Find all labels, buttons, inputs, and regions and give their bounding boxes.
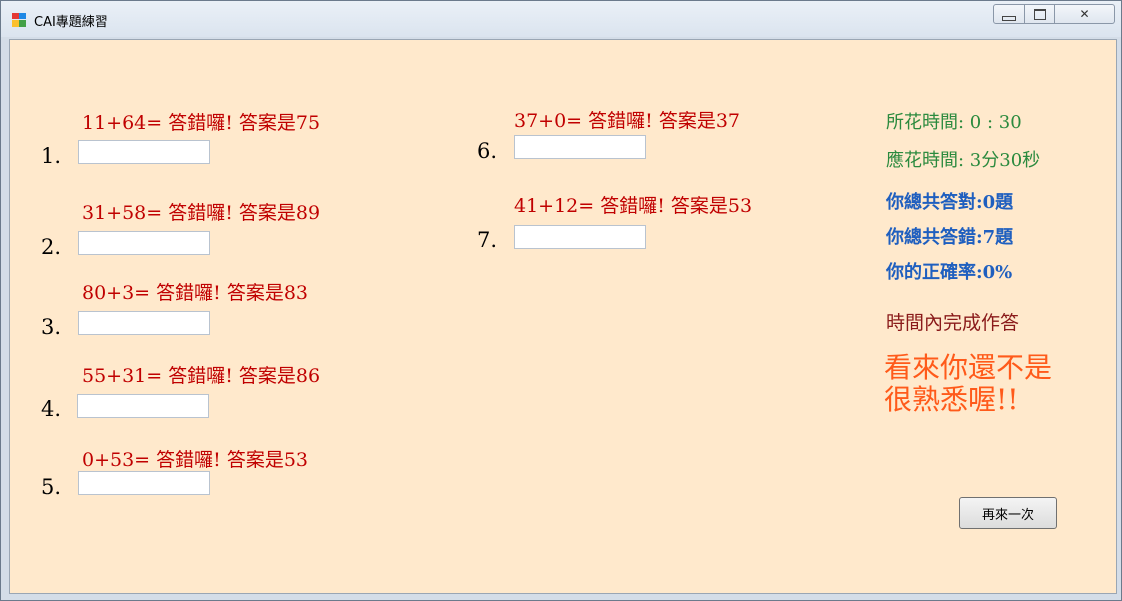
question-6-answer-input[interactable] xyxy=(514,135,646,159)
question-5-label: 0+53= 答錯囉! 答案是53 xyxy=(82,449,308,471)
accuracy-label: 你的正確率:0% xyxy=(886,262,1013,283)
time-allowed-label: 應花時間: 3分30秒 xyxy=(886,150,1041,171)
question-4-number: 4. xyxy=(41,397,62,421)
feedback-message: 看來你還不是 很熟悉喔!! xyxy=(884,352,1052,416)
title-bar[interactable]: CAI專題練習 ✕ xyxy=(1,1,1121,37)
question-4-label: 55+31= 答錯囉! 答案是86 xyxy=(82,365,321,387)
window-title: CAI專題練習 xyxy=(34,15,108,30)
maximize-icon xyxy=(1033,8,1046,20)
feedback-message-line-2: 很熟悉喔!! xyxy=(884,383,1019,416)
question-6-label: 37+0= 答錯囉! 答案是37 xyxy=(514,110,740,132)
question-7-answer-input[interactable] xyxy=(514,225,646,249)
maximize-button[interactable] xyxy=(1025,4,1055,24)
question-3-label: 80+3= 答錯囉! 答案是83 xyxy=(82,282,308,304)
question-4-answer-input[interactable] xyxy=(77,394,209,418)
question-5-answer-input[interactable] xyxy=(78,471,210,495)
question-7-number: 7. xyxy=(477,228,498,252)
question-2-answer-input[interactable] xyxy=(78,231,210,255)
question-1-answer-input[interactable] xyxy=(78,140,210,164)
question-1-number: 1. xyxy=(41,144,62,168)
minimize-button[interactable] xyxy=(993,4,1025,24)
app-window: CAI專題練習 ✕ 11+64= 答錯囉! 答案是75 1. 31+58= 答錯… xyxy=(0,0,1122,601)
question-2-label: 31+58= 答錯囉! 答案是89 xyxy=(82,202,321,224)
question-3-answer-input[interactable] xyxy=(78,311,210,335)
window-controls: ✕ xyxy=(993,4,1115,26)
question-5-number: 5. xyxy=(41,475,62,499)
time-spent-label: 所花時間: 0 : 30 xyxy=(886,112,1022,133)
close-icon: ✕ xyxy=(1079,7,1090,21)
wrong-count-label: 你總共答錯:7題 xyxy=(886,227,1014,248)
form-client-area: 11+64= 答錯囉! 答案是75 1. 31+58= 答錯囉! 答案是89 2… xyxy=(9,39,1117,594)
try-again-button[interactable]: 再來一次 xyxy=(959,497,1057,529)
close-button[interactable]: ✕ xyxy=(1055,4,1115,24)
app-icon xyxy=(12,13,26,27)
feedback-message-line-1: 看來你還不是 xyxy=(884,351,1053,384)
correct-count-label: 你總共答對:0題 xyxy=(886,192,1014,213)
completion-status-label: 時間內完成作答 xyxy=(886,312,1020,334)
question-1-label: 11+64= 答錯囉! 答案是75 xyxy=(82,112,321,134)
question-7-label: 41+12= 答錯囉! 答案是53 xyxy=(514,195,753,217)
minimize-icon xyxy=(1002,15,1016,21)
question-3-number: 3. xyxy=(41,315,62,339)
question-6-number: 6. xyxy=(477,139,498,163)
question-2-number: 2. xyxy=(41,235,62,259)
